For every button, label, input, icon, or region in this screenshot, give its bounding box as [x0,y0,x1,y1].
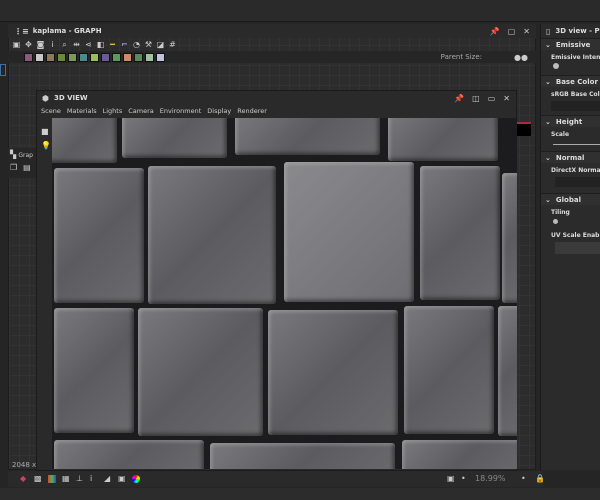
node-library-bar: Parent Size: ●● [8,51,536,63]
node-button[interactable] [35,52,44,62]
menu-environment[interactable]: Environment [160,107,202,115]
node-button[interactable] [112,52,121,62]
section-emissive[interactable]: ⌄ Emissive [541,38,600,50]
frame-icon[interactable]: ▣ [12,40,21,49]
3d-view-menu: Scene Materials Lights Camera Environment Dis… [37,105,516,117]
fit-icon[interactable]: ▣ [447,475,455,483]
save-icon[interactable]: ▤ [23,163,31,172]
section-base-color[interactable]: ⌄ Base Color [541,75,600,87]
share-icon[interactable]: ⋖ [84,40,93,49]
menu-display[interactable]: Display [207,107,231,115]
emissive-slider[interactable] [553,63,559,69]
uv-scale-label: UV Scale Enabled [551,232,600,239]
height-scale-slider[interactable] [553,144,600,145]
section-normal[interactable]: ⌄ Normal [541,151,600,163]
node-button[interactable] [123,52,132,62]
close-icon[interactable]: ✕ [503,94,510,103]
3d-viewport[interactable] [52,118,517,469]
curve-icon[interactable]: ⌐ [120,40,129,49]
base-color-field[interactable] [551,101,600,111]
histogram-icon[interactable]: ◢ [104,475,112,483]
section-height[interactable]: ⌄ Height [541,115,600,127]
status-bar [0,488,600,500]
gradient-icon[interactable] [48,475,56,483]
menu-camera[interactable]: Camera [128,107,154,115]
node-button[interactable] [46,52,55,62]
tiling-label: Tiling [551,209,570,216]
section-global[interactable]: ⌄ Global [541,193,600,205]
3d-view-title: 3D VIEW [53,94,88,102]
height-scale-label: Scale [551,131,570,138]
menu-renderer[interactable]: Renderer [237,107,267,115]
node-icon[interactable]: ◧ [96,40,105,49]
graph-panel-icon: ▚ [10,150,17,159]
top-bar [0,0,600,22]
zoom-dot2-icon[interactable]: • [521,475,529,483]
graph-toolbar: ▣ ✥ ◙ i ⌕ ⇹ ⋖ ◧ ━ ⌐ ◔ ⚒ ◪ # [8,38,208,50]
left-panel-title: Grap [18,152,33,159]
pin-icon[interactable]: 📌 [490,27,500,36]
3d-view-toolbar: ◆ ▩ ▦ ⊥ i ◢ ▣ ▣ • 18.99% • 🔒 [8,471,545,487]
camera-icon[interactable]: ■ [41,127,49,136]
info-icon[interactable]: i [90,475,98,483]
node-button[interactable] [90,52,99,62]
node-button[interactable] [145,52,154,62]
node-button[interactable] [24,52,33,62]
zoom-level[interactable]: 18.99% [475,475,515,483]
menu-scene[interactable]: Scene [41,107,61,115]
graph-icon: ⋮≡ [14,26,29,36]
grid-icon[interactable]: # [168,40,177,49]
lock-icon[interactable]: 🔒 [535,475,545,483]
left-panel: ▚ Grap ❐ ▤ [8,148,36,178]
maximize-icon[interactable]: ▭ [488,94,496,103]
base-color-label: sRGB Base Color T [551,91,600,98]
layers-icon[interactable]: ◆ [20,475,28,483]
document-icon: ▯ [546,26,551,36]
uv-scale-toggle[interactable] [555,242,600,254]
node-button[interactable] [79,52,88,62]
parent-size-label: Parent Size: [440,53,483,61]
checker-icon[interactable]: ▩ [34,475,42,483]
properties-title: 3D view - PRO [555,27,600,35]
axis-icon[interactable]: ⊥ [76,475,84,483]
wrench-icon[interactable]: ⚒ [144,40,153,49]
graph-title-bar: ⋮≡ kaplama - GRAPH 📌 ▢ ✕ [8,24,536,38]
camera-icon[interactable]: ◙ [36,40,45,49]
tiling-slider[interactable] [553,219,558,224]
resolution-label: 2048 x [12,461,37,469]
node-button[interactable] [68,52,77,62]
maximize-icon[interactable]: ▢ [508,27,516,36]
grid-icon[interactable]: ▦ [62,475,70,483]
timer-icon[interactable]: ◔ [132,40,141,49]
left-panel-tab[interactable] [0,64,6,76]
node-thumbnail[interactable] [517,122,531,136]
info-icon[interactable]: i [48,40,57,49]
link-icon[interactable]: ⇹ [72,40,81,49]
layout-icon[interactable]: ◫ [472,94,480,103]
node-button[interactable] [134,52,143,62]
color-picker-icon[interactable]: ▣ [118,475,126,483]
cube-icon: ⬢ [42,93,49,103]
link-toggle-icon[interactable]: ●● [514,53,528,62]
node-button[interactable] [156,52,165,62]
pin-icon[interactable]: 📌 [454,94,464,103]
move-icon[interactable]: ✥ [24,40,33,49]
copy-icon[interactable]: ❐ [10,163,17,172]
directx-normal-label: DirectX Normal [551,167,600,174]
menu-lights[interactable]: Lights [103,107,123,115]
light-bulb-icon[interactable]: 💡 [41,141,51,150]
menu-materials[interactable]: Materials [67,107,97,115]
graph-title: kaplama - GRAPH [32,27,102,35]
node-button[interactable] [101,52,110,62]
directx-normal-field[interactable] [555,177,600,187]
connector-icon[interactable]: ━ [108,40,117,49]
search-icon[interactable]: ⌕ [60,40,69,49]
zoom-dot-icon[interactable]: • [461,475,469,483]
color-wheel-icon[interactable] [132,475,140,483]
close-icon[interactable]: ✕ [523,27,530,36]
emissive-intensity-label: Emissive Intensity [551,54,600,61]
export-icon[interactable]: ◪ [156,40,165,49]
node-button[interactable] [57,52,66,62]
properties-panel: ▯ 3D view - PRO ⌄Emissive Emissive Intens… [540,24,600,470]
